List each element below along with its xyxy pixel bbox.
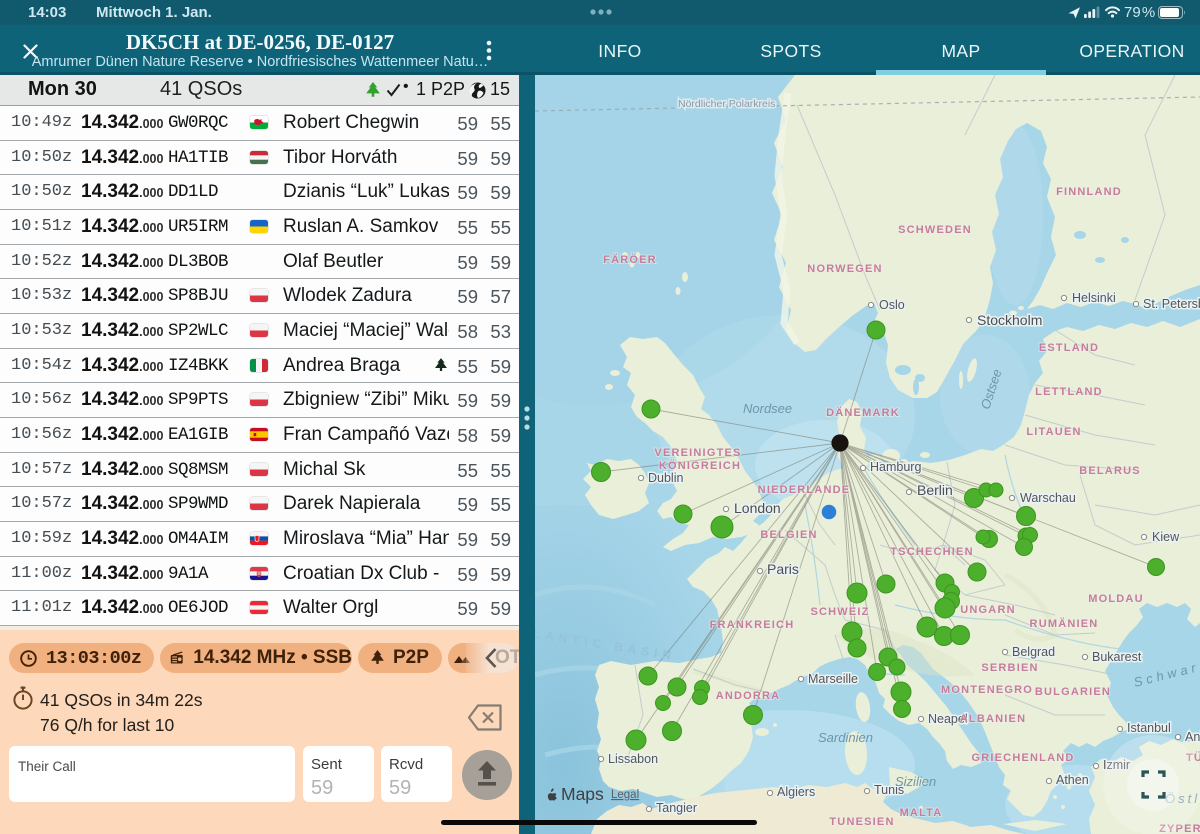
svg-text:Istanbul: Istanbul — [1127, 721, 1171, 735]
svg-text:VEREINIGTES: VEREINIGTES — [654, 447, 741, 459]
svg-text:ESTLAND: ESTLAND — [1039, 342, 1099, 354]
svg-text:London: London — [734, 500, 781, 516]
svg-text:Lissabon: Lissabon — [608, 752, 658, 766]
svg-text:Nördlicher Polarkreis: Nördlicher Polarkreis — [678, 98, 775, 110]
svg-text:ANDORRA: ANDORRA — [716, 690, 781, 702]
svg-text:MONTENEGRO: MONTENEGRO — [941, 684, 1033, 696]
svg-text:FÄRÖER: FÄRÖER — [603, 253, 657, 266]
svg-text:Algiers: Algiers — [777, 785, 815, 799]
svg-text:MALTA: MALTA — [900, 807, 943, 819]
svg-text:Athen: Athen — [1056, 773, 1089, 787]
svg-text:SCHWEDEN: SCHWEDEN — [898, 224, 972, 236]
svg-text:Hamburg: Hamburg — [870, 460, 921, 474]
svg-text:Tangier: Tangier — [656, 801, 697, 815]
svg-text:GRIECHENLAND: GRIECHENLAND — [971, 752, 1074, 764]
svg-text:Legal: Legal — [611, 789, 639, 801]
svg-text:LETTLAND: LETTLAND — [1035, 386, 1103, 398]
svg-text:NORWEGEN: NORWEGEN — [807, 263, 882, 275]
svg-text:Paris: Paris — [767, 561, 799, 577]
svg-text:BELARUS: BELARUS — [1079, 465, 1141, 477]
svg-text:LITAUEN: LITAUEN — [1026, 426, 1081, 438]
svg-text:Stockholm: Stockholm — [977, 312, 1042, 328]
svg-text:Oslo: Oslo — [879, 298, 905, 312]
svg-text:ALBANIEN: ALBANIEN — [960, 713, 1026, 725]
svg-text:Warschau: Warschau — [1020, 491, 1076, 505]
svg-text:Sardinien: Sardinien — [818, 730, 873, 745]
svg-text:Sizilien: Sizilien — [895, 774, 936, 789]
svg-text:Ankara: Ankara — [1185, 730, 1200, 744]
svg-text:SERBIEN: SERBIEN — [981, 662, 1038, 674]
svg-text:Kiew: Kiew — [1152, 530, 1180, 544]
svg-text:Maps: Maps — [561, 784, 604, 804]
svg-text:Berlin: Berlin — [917, 482, 953, 498]
svg-text:TUNESIEN: TUNESIEN — [829, 816, 894, 828]
svg-text:BULGARIEN: BULGARIEN — [1035, 686, 1111, 698]
svg-text:NIEDERLANDE: NIEDERLANDE — [758, 484, 851, 496]
svg-text:KÖNIGREICH: KÖNIGREICH — [659, 459, 741, 472]
svg-text:Bukarest: Bukarest — [1092, 650, 1142, 664]
svg-text:RUMÄNIEN: RUMÄNIEN — [1030, 617, 1099, 630]
svg-text:TSCHECHIEN: TSCHECHIEN — [890, 546, 974, 558]
svg-text:SCHWEIZ: SCHWEIZ — [810, 606, 869, 618]
svg-text:Marseille: Marseille — [808, 672, 858, 686]
svg-text:UNGARN: UNGARN — [960, 604, 1015, 616]
svg-text:MOLDAU: MOLDAU — [1088, 593, 1143, 605]
svg-text:FRANKREICH: FRANKREICH — [710, 619, 795, 631]
svg-text:Dublin: Dublin — [648, 471, 683, 485]
svg-text:Helsinki: Helsinki — [1072, 291, 1116, 305]
svg-text:FINNLAND: FINNLAND — [1056, 186, 1122, 198]
svg-text:St. Petersburg: St. Petersburg — [1143, 297, 1200, 311]
svg-text:BELGIEN: BELGIEN — [760, 529, 817, 541]
svg-text:Belgrad: Belgrad — [1012, 645, 1055, 659]
svg-text:DÄNEMARK: DÄNEMARK — [826, 406, 900, 419]
svg-text:Nordsee: Nordsee — [743, 401, 792, 416]
